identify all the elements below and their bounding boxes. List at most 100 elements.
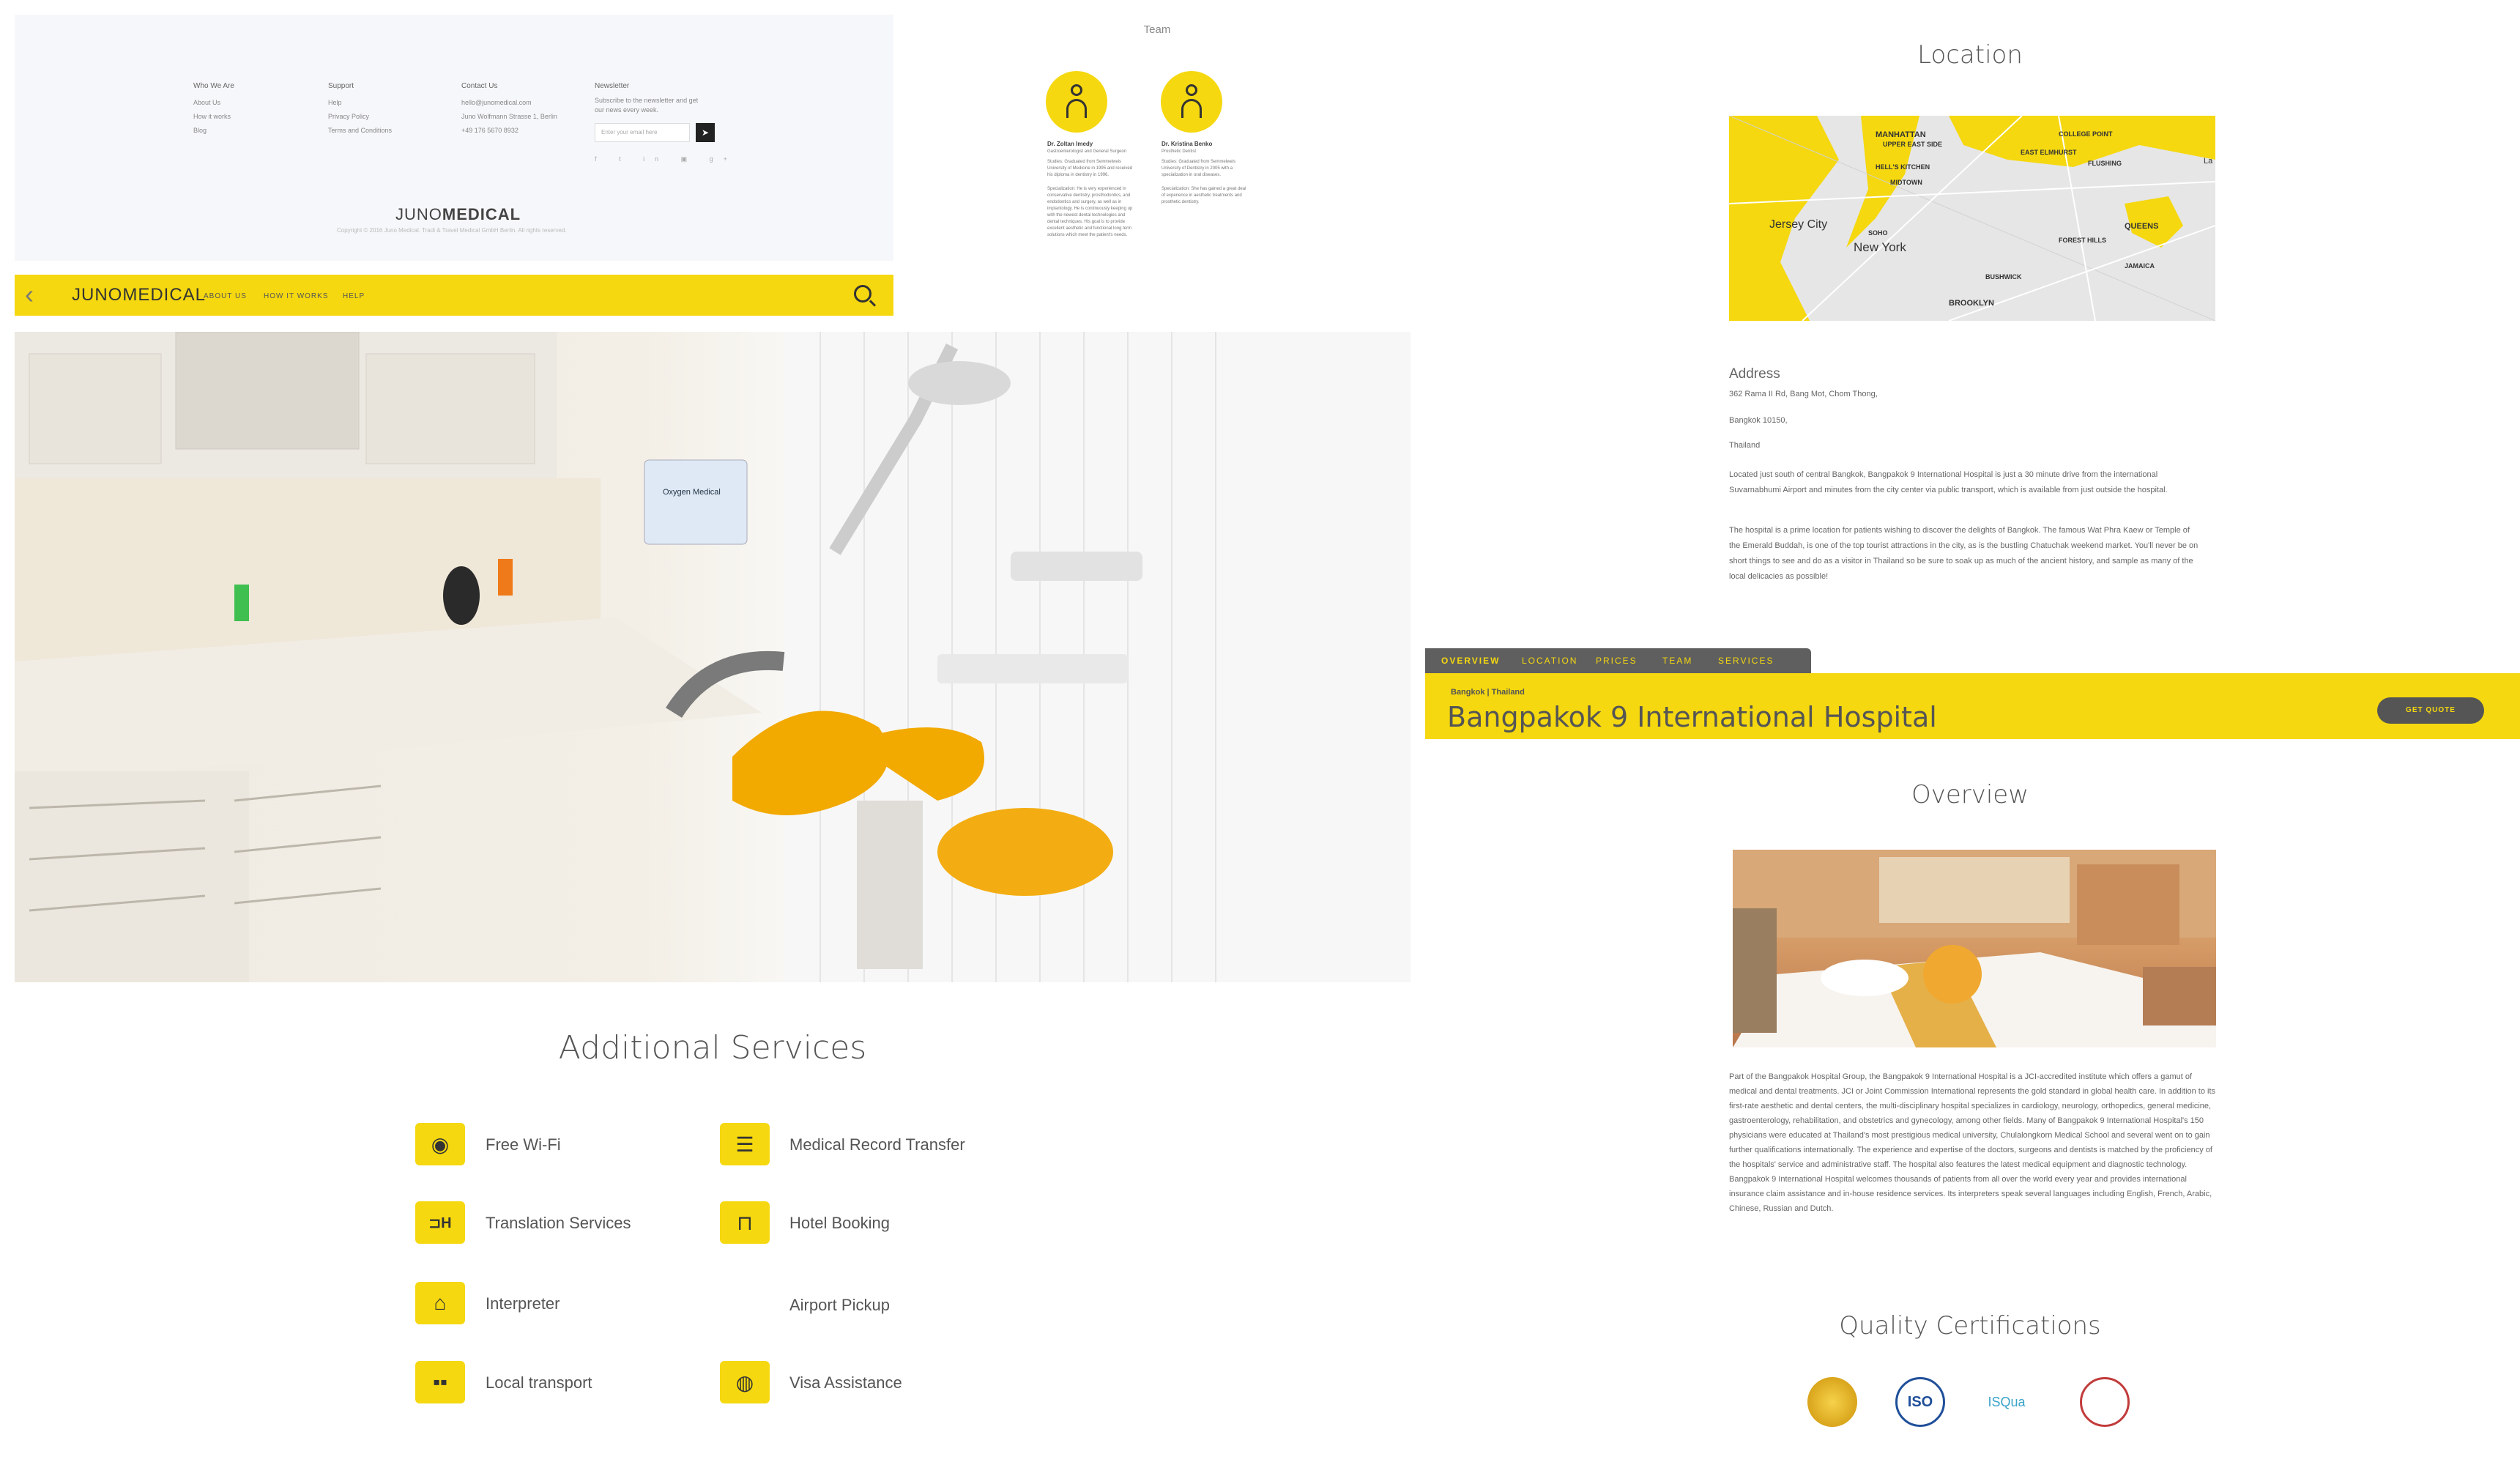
dental-clinic-illustration: Oxygen Medical [15,332,1410,982]
map-label: MANHATTAN [1876,130,1926,139]
service-interpreter: Interpreter [486,1294,560,1313]
tab-overview[interactable]: OVERVIEW [1441,656,1500,666]
isqua-icon: ISQua [1982,1377,2032,1427]
tab-services[interactable]: SERVICES [1718,656,1774,666]
service-free-wifi: Free Wi-Fi [486,1135,561,1154]
location-title: Location [1917,40,2023,70]
map-label: MIDTOWN [1890,179,1922,186]
send-arrow-icon[interactable]: ➤ [696,123,715,142]
service-airport-pickup: Airport Pickup [789,1296,890,1314]
instagram-icon[interactable]: ▣ [681,155,698,163]
bus-icon: ▪▪ [415,1361,465,1403]
hospital-name: Bangpakok 9 International Hospital [1447,701,1937,733]
location-paragraph: Located just south of central Bangkok, B… [1729,470,2168,494]
nav-logo[interactable]: JUNOMEDICAL [72,285,206,305]
nav-link-about-us[interactable]: ABOUT US [204,292,247,300]
hospital-room-photo [1733,850,2216,1047]
quality-title: Quality Certifications [1839,1311,2101,1340]
team-member-studies: Studies: Graduated from Semmelweis Unive… [1161,160,1236,177]
footer-link[interactable]: Blog [193,124,234,138]
site-footer: Who We Are About Us How it works Blog Su… [15,15,893,261]
tab-location[interactable]: LOCATION [1522,656,1577,666]
service-translation: Translation Services [486,1214,631,1232]
logo-light: JUNO [72,285,123,305]
social-links: f t in ▣ g+ [595,155,737,163]
footer-link[interactable]: Privacy Policy [328,110,392,124]
team-member-role: Gastroenterologist and General Surgeon [1047,149,1127,154]
map-label: QUEENS [2125,222,2159,231]
overview-title: Overview [1911,780,2029,809]
translation-icon: ⊐H [415,1201,465,1244]
google-plus-icon[interactable]: g+ [710,155,737,163]
wifi-icon: ◉ [415,1123,465,1165]
gold-seal-icon [1807,1377,1857,1427]
main-navbar: ‹ JUNOMEDICAL ABOUT US HOW IT WORKS HELP [15,275,893,316]
footer-link[interactable]: About Us [193,96,234,110]
footer-link[interactable]: How it works [193,110,234,124]
footer-col-support: Support Help Privacy Policy Terms and Co… [328,79,392,138]
team-member-studies: Studies: Graduated from Semmelweis Unive… [1047,160,1133,177]
team-member-name: Dr. Zoltan Imedy [1047,141,1093,147]
address-line: Bangkok 10150, [1729,416,1788,425]
team-member-name: Dr. Kristina Benko [1161,141,1213,147]
footer-col-contact: Contact Us hello@junomedical.com Juno Wo… [461,79,557,138]
service-hotel-booking: Hotel Booking [789,1214,890,1232]
interpreter-icon: ⌂ [415,1282,465,1324]
footer-col-heading: Contact Us [461,82,498,90]
section-tabs: OVERVIEW LOCATION PRICES TEAM SERVICES [1425,648,1811,673]
hospital-banner: Bangkok | Thailand Bangpakok 9 Internati… [1425,673,2520,739]
map-label: JAMAICA [2125,262,2155,270]
monitor-text: Oxygen Medical [663,488,721,497]
user-avatar-icon [1046,71,1107,133]
search-icon[interactable] [854,285,871,303]
logo-bold: MEDICAL [442,205,521,223]
facebook-icon[interactable]: f [595,155,607,163]
address-heading: Address [1729,366,1780,382]
hospital-location: Bangkok | Thailand [1451,688,1525,697]
service-visa-assistance: Visa Assistance [789,1373,902,1392]
footer-contact-address: Juno Wolfmann Strasse 1, Berlin [461,113,557,120]
map-label: SOHO [1868,229,1888,237]
newsletter-text: Subscribe to the newsletter and get our … [595,97,699,114]
newsletter-email-input[interactable]: Enter your email here [595,123,690,142]
iso-icon: ISO [1895,1377,1945,1427]
newsletter-heading: Newsletter [595,82,630,90]
twitter-icon[interactable]: t [619,155,631,163]
map-label: New York [1854,240,1906,254]
footer-link[interactable]: Terms and Conditions [328,124,392,138]
footer-contact-email[interactable]: hello@junomedical.com [461,96,557,110]
accreditation-seal-icon [2080,1377,2130,1427]
location-map[interactable]: MANHATTAN UPPER EAST SIDE HELL'S KITCHEN… [1729,116,2215,321]
logo-bold: MEDICAL [122,285,207,305]
footer-col-newsletter: Newsletter Subscribe to the newsletter a… [595,79,705,115]
location-paragraph: The hospital is a prime location for pat… [1729,526,2199,581]
bed-icon: ⊓ [720,1201,770,1244]
copyright-text: Copyright © 2016 Juno Medical. Tradi & T… [337,227,567,234]
tab-team[interactable]: TEAM [1662,656,1692,666]
footer-contact-phone[interactable]: +49 176 5670 8932 [461,124,557,138]
service-local-transport: Local transport [486,1373,592,1392]
tab-prices[interactable]: PRICES [1596,656,1638,666]
map-label: HELL'S KITCHEN [1876,163,1930,171]
nav-link-how-it-works[interactable]: HOW IT WORKS [264,292,328,300]
linkedin-icon[interactable]: in [643,155,669,163]
get-quote-button[interactable]: GET QUOTE [2377,697,2484,724]
hospital-room-illustration [1733,850,2216,1047]
service-medical-record-transfer: Medical Record Transfer [789,1135,965,1154]
map-label: UPPER EAST SIDE [1883,141,1943,148]
logo-light: JUNO [395,205,442,223]
document-transfer-icon: ☰ [720,1123,770,1165]
dental-clinic-photo: Oxygen Medical [15,332,1410,982]
footer-col-heading: Support [328,82,354,90]
address-line: 362 Rama II Rd, Bang Mot, Chom Thong, [1729,390,1878,398]
nav-link-help[interactable]: HELP [343,292,365,300]
map-label: BROOKLYN [1949,299,1994,308]
chevron-left-icon[interactable]: ‹ [25,279,34,310]
services-title: Additional Services [558,1029,867,1067]
address-line: Thailand [1729,441,1761,450]
footer-link[interactable]: Help [328,96,392,110]
map-label: Jersey City [1769,218,1828,231]
globe-icon: ◍ [720,1361,770,1403]
team-member-role: Prosthetic Dentist [1161,149,1197,154]
footer-logo[interactable]: JUNOMEDICAL [395,205,521,224]
